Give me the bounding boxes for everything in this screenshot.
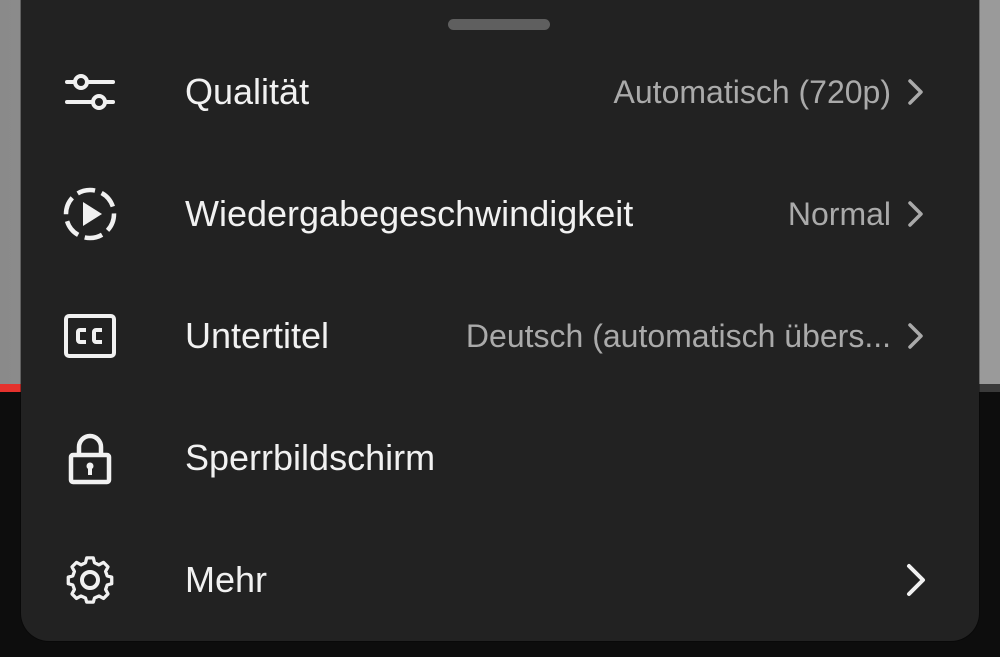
sliders-icon bbox=[61, 63, 119, 121]
chevron-right-icon bbox=[905, 76, 927, 108]
closed-captions-icon bbox=[61, 307, 119, 365]
menu-item-label: Sperrbildschirm bbox=[185, 437, 436, 478]
chevron-right-icon bbox=[905, 564, 927, 596]
playback-speed-icon bbox=[61, 185, 119, 243]
menu-item-value: Normal bbox=[787, 195, 891, 232]
sheet-drag-handle[interactable] bbox=[448, 19, 550, 30]
menu-item-label: Wiedergabegeschwindigkeit bbox=[185, 193, 634, 234]
menu-item-value: Automatisch (720p) bbox=[613, 73, 891, 110]
menu-item-label: Untertitel bbox=[185, 315, 330, 356]
gear-icon bbox=[61, 551, 119, 609]
chevron-right-icon bbox=[905, 320, 927, 352]
menu-item-quality[interactable]: Qualität Automatisch (720p) bbox=[21, 31, 979, 153]
menu-item-more[interactable]: Mehr bbox=[21, 519, 979, 641]
settings-bottom-sheet: Qualität Automatisch (720p) Wiedergabege… bbox=[21, 0, 979, 641]
chevron-right-icon bbox=[905, 198, 927, 230]
menu-item-label: Mehr bbox=[185, 559, 268, 600]
menu-item-value: Deutsch (automatisch übers... bbox=[465, 317, 891, 354]
menu-item-label: Qualität bbox=[185, 71, 310, 112]
lock-icon bbox=[61, 429, 119, 487]
menu-item-subtitles[interactable]: Untertitel Deutsch (automatisch übers... bbox=[21, 275, 979, 397]
menu-item-playback-speed[interactable]: Wiedergabegeschwindigkeit Normal bbox=[21, 153, 979, 275]
menu-item-lock-screen[interactable]: Sperrbildschirm bbox=[21, 397, 979, 519]
